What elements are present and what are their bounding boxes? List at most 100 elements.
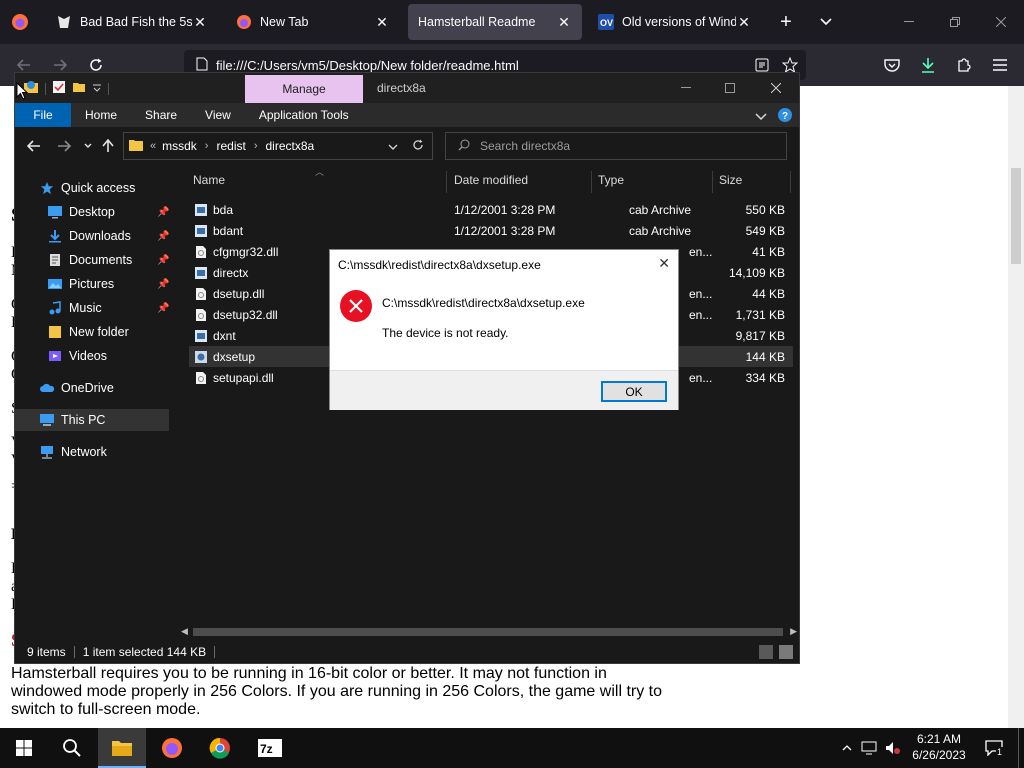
- close-tab-icon[interactable]: ✕: [556, 14, 572, 30]
- nav-item-quick-access[interactable]: Quick access: [39, 177, 135, 199]
- ok-button[interactable]: OK: [601, 381, 667, 402]
- nav-item-this-pc[interactable]: This PC: [15, 409, 169, 431]
- 7zip-taskbar-icon[interactable]: 7z: [246, 728, 294, 768]
- horizontal-scrollbar[interactable]: ◀ ▶: [179, 625, 799, 639]
- nav-item-network[interactable]: Network: [39, 441, 107, 463]
- manage-contextual-tab[interactable]: Manage: [245, 75, 363, 103]
- column-header-name[interactable]: Name: [193, 173, 225, 191]
- ribbon-tab-file[interactable]: File: [15, 103, 71, 127]
- pin-icon[interactable]: 📌: [157, 255, 169, 266]
- show-hidden-icons-chevron-icon[interactable]: [838, 740, 856, 756]
- pin-icon[interactable]: 📌: [157, 303, 169, 314]
- close-tab-icon[interactable]: ✕: [374, 14, 390, 30]
- scroll-left-arrow-icon[interactable]: ◀: [181, 626, 188, 637]
- breadcrumb-mssdk[interactable]: mssdk: [162, 139, 197, 153]
- taskbar-clock[interactable]: 6:21 AM 6/26/2023: [904, 731, 974, 763]
- ribbon-tab-view[interactable]: View: [191, 108, 245, 122]
- file-row-bdant[interactable]: bdant 1/12/2001 3:28 PM cab Archive 549 …: [189, 220, 793, 241]
- help-icon[interactable]: ?: [777, 107, 793, 126]
- large-icons-view-icon[interactable]: [779, 645, 793, 659]
- nav-item-documents[interactable]: Documents 📌: [47, 249, 169, 271]
- close-dialog-icon[interactable]: ✕: [658, 255, 670, 272]
- firefox-menu-icon[interactable]: [6, 8, 34, 36]
- recent-locations-chevron-icon[interactable]: [77, 135, 99, 157]
- column-divider[interactable]: [712, 171, 713, 193]
- show-desktop-button[interactable]: [1018, 728, 1019, 768]
- expand-ribbon-chevron-icon[interactable]: [755, 110, 767, 124]
- error-icon: [340, 290, 372, 322]
- close-explorer-icon[interactable]: [753, 73, 799, 103]
- list-all-tabs-chevron-icon[interactable]: [812, 8, 840, 36]
- breadcrumb-redist[interactable]: redist: [216, 139, 245, 153]
- nav-item-downloads[interactable]: Downloads 📌: [47, 225, 169, 247]
- firefox-taskbar-icon[interactable]: [148, 728, 196, 768]
- file-row-bda[interactable]: bda 1/12/2001 3:28 PM cab Archive 550 KB: [189, 199, 793, 220]
- customize-toolbar-dropdown-icon[interactable]: [92, 82, 102, 96]
- restore-window-icon[interactable]: [932, 0, 978, 44]
- explorer-back-arrow-icon[interactable]: [23, 135, 45, 157]
- tab-hamsterball-readme[interactable]: Hamsterball Readme ✕: [408, 4, 582, 40]
- page-scrollbar[interactable]: [1008, 86, 1024, 728]
- breadcrumb-directx8a[interactable]: directx8a: [265, 139, 314, 153]
- details-view-icon[interactable]: [759, 645, 773, 659]
- refresh-icon[interactable]: [412, 139, 424, 154]
- minimize-window-icon[interactable]: [886, 0, 932, 44]
- breadcrumb-separator-icon[interactable]: ›: [205, 140, 209, 152]
- dll-file-icon: [193, 286, 209, 302]
- column-divider[interactable]: [591, 171, 592, 193]
- tab-new-tab[interactable]: New Tab ✕: [226, 4, 400, 40]
- ribbon-tab-home[interactable]: Home: [71, 108, 131, 122]
- nav-item-music[interactable]: Music 📌: [47, 297, 169, 319]
- overflow-chevron-icon[interactable]: «: [150, 140, 156, 152]
- url-text: file:///C:/Users/vm5/Desktop/New folder/…: [216, 57, 519, 73]
- nav-item-label: Desktop: [69, 205, 115, 219]
- network-tray-icon[interactable]: [860, 740, 878, 756]
- page-scrollbar-thumb[interactable]: [1011, 168, 1021, 264]
- nav-item-label: OneDrive: [61, 381, 114, 395]
- column-header-date-modified[interactable]: Date modified: [454, 173, 528, 191]
- close-tab-icon[interactable]: ✕: [192, 14, 208, 30]
- start-windows-icon[interactable]: [0, 728, 48, 768]
- file-explorer-taskbar-icon[interactable]: [98, 728, 146, 768]
- ribbon-tab-application-tools[interactable]: Application Tools: [245, 108, 363, 122]
- nav-item-pictures[interactable]: Pictures 📌: [47, 273, 169, 295]
- search-input[interactable]: Search directx8a: [445, 132, 787, 160]
- close-tab-icon[interactable]: ✕: [736, 14, 752, 30]
- extensions-puzzle-icon[interactable]: [950, 51, 978, 79]
- column-header-size[interactable]: Size: [719, 173, 742, 191]
- properties-check-icon[interactable]: [52, 80, 66, 97]
- pin-icon[interactable]: 📌: [157, 231, 169, 242]
- horizontal-scrollbar-thumb[interactable]: [193, 628, 783, 636]
- column-divider[interactable]: [446, 171, 447, 193]
- downloads-icon[interactable]: [914, 51, 942, 79]
- ribbon-tab-share[interactable]: Share: [131, 108, 191, 122]
- minimize-explorer-icon[interactable]: [663, 73, 709, 103]
- new-tab-plus-icon[interactable]: +: [772, 8, 800, 36]
- close-window-icon[interactable]: [978, 0, 1024, 44]
- pocket-icon[interactable]: [878, 51, 906, 79]
- nav-item-videos[interactable]: Videos: [47, 345, 107, 367]
- hamburger-menu-icon[interactable]: [986, 51, 1014, 79]
- dialog-title: C:\mssdk\redist\directx8a\dxsetup.exe: [338, 258, 541, 272]
- taskbar-search-icon[interactable]: [48, 728, 96, 768]
- scroll-right-arrow-icon[interactable]: ▶: [790, 626, 797, 637]
- tab-bad-bad-fish[interactable]: Bad Bad Fish the 5st ✕: [46, 4, 218, 40]
- new-folder-icon[interactable]: [72, 80, 86, 97]
- up-arrow-icon[interactable]: [97, 135, 119, 157]
- volume-muted-icon[interactable]: [884, 740, 902, 756]
- address-bar[interactable]: « mssdk › redist › directx8a: [123, 132, 433, 160]
- pin-icon[interactable]: 📌: [157, 207, 169, 218]
- address-dropdown-chevron-icon[interactable]: [388, 139, 398, 153]
- explorer-forward-arrow-icon[interactable]: [53, 135, 75, 157]
- maximize-explorer-icon[interactable]: [707, 73, 753, 103]
- pin-icon[interactable]: 📌: [157, 279, 169, 290]
- nav-item-onedrive[interactable]: OneDrive: [39, 377, 114, 399]
- column-header-type[interactable]: Type: [598, 173, 624, 191]
- action-center-icon[interactable]: 1: [983, 740, 1005, 757]
- nav-item-desktop[interactable]: Desktop 📌: [47, 201, 169, 223]
- tab-old-versions-windows[interactable]: OV Old versions of Windo ✕: [588, 4, 762, 40]
- column-divider[interactable]: [790, 171, 791, 193]
- chrome-taskbar-icon[interactable]: [196, 728, 244, 768]
- breadcrumb-separator-icon[interactable]: ›: [254, 140, 258, 152]
- nav-item-new-folder[interactable]: New folder: [47, 321, 129, 343]
